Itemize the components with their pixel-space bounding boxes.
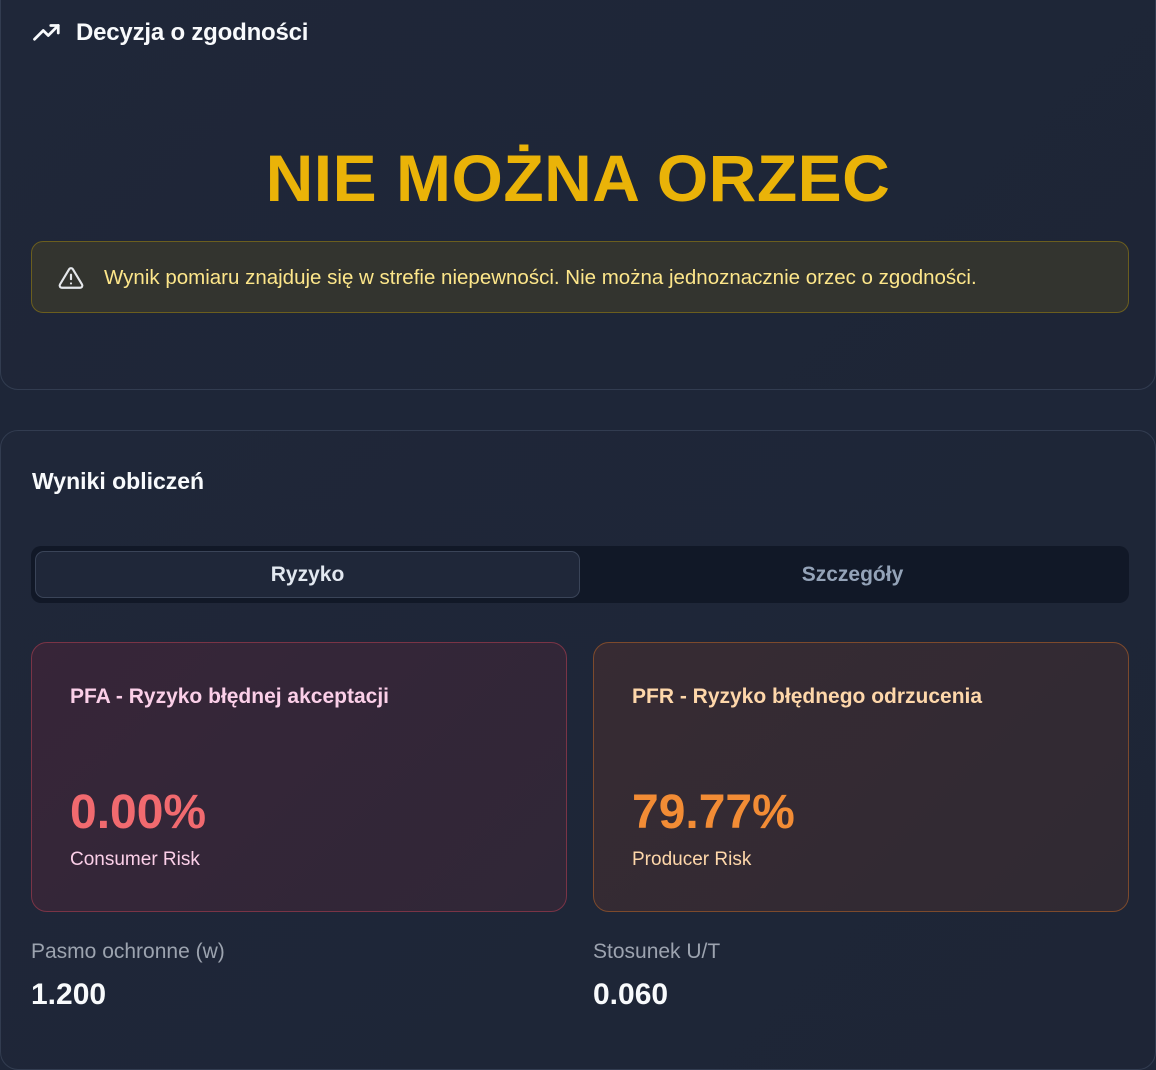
pfr-value: 79.77% xyxy=(632,786,795,839)
pfr-card: PFR - Ryzyko błędnego odrzucenia 79.77% … xyxy=(593,642,1129,912)
warning-triangle-icon xyxy=(58,265,84,296)
tab-risk[interactable]: Ryzyko xyxy=(35,551,580,598)
pfr-title: PFR - Ryzyko błędnego odrzucenia xyxy=(632,685,983,708)
guard-band-label: Pasmo ochronne (w) xyxy=(31,940,225,963)
pfa-subtitle: Consumer Risk xyxy=(70,849,200,870)
alert-message: Wynik pomiaru znajduje się w strefie nie… xyxy=(104,266,977,289)
ut-ratio-value: 0.060 xyxy=(593,978,669,1011)
pfa-card: PFA - Ryzyko błędnej akceptacji 0.00% Co… xyxy=(31,642,567,912)
decision-header: Decyzja o zgodności xyxy=(32,18,308,48)
ut-ratio-metric: Stosunek U/T 0.060 xyxy=(593,940,720,1012)
uncertainty-alert: Wynik pomiaru znajduje się w strefie nie… xyxy=(31,241,1129,313)
decision-title: Decyzja o zgodności xyxy=(76,19,309,46)
pfr-subtitle: Producer Risk xyxy=(632,849,752,870)
pfa-title: PFA - Ryzyko błędnej akceptacji xyxy=(70,685,389,708)
trending-up-icon xyxy=(32,18,62,48)
guard-band-value: 1.200 xyxy=(31,978,107,1011)
results-title: Wyniki obliczeń xyxy=(32,468,205,494)
guard-band-metric: Pasmo ochronne (w) 1.200 xyxy=(31,940,225,1012)
tab-details[interactable]: Szczegóły xyxy=(580,551,1125,598)
pfa-value: 0.00% xyxy=(70,786,207,839)
results-tabs: Ryzyko Szczegóły xyxy=(31,546,1129,603)
ut-ratio-label: Stosunek U/T xyxy=(593,940,721,963)
verdict-text: NIE MOŻNA ORZEC xyxy=(265,141,891,215)
